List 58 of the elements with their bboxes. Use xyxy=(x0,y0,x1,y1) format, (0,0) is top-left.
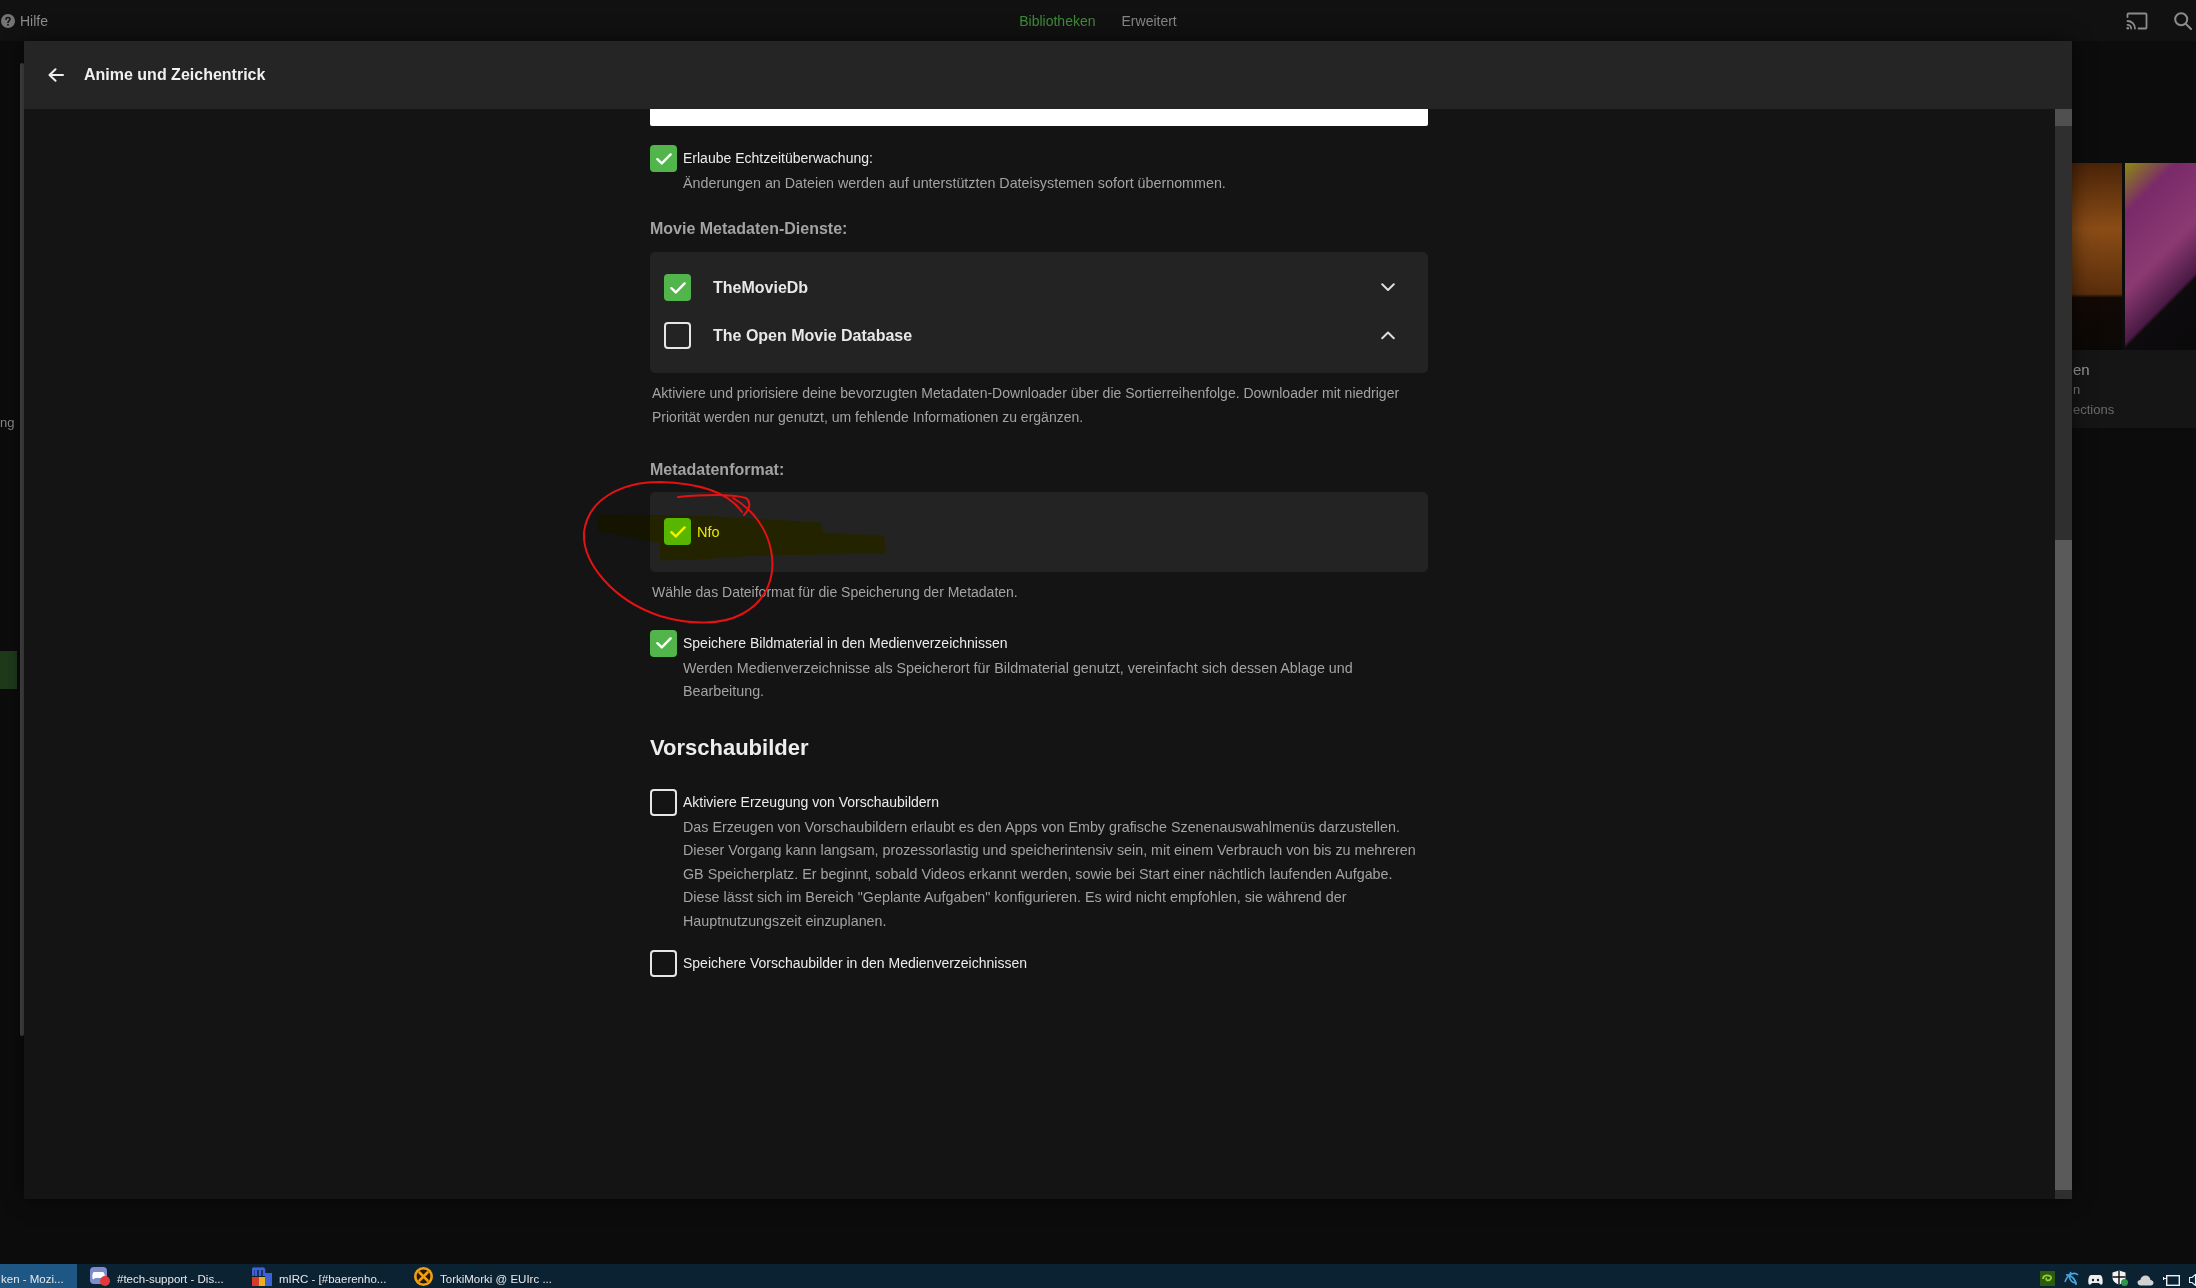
setting-description: Das Erzeugen von Vorschaubildern erlaubt es den Apps von Emby grafische Szenenauswahlmenüs darzustellen. Dieser Vorgang kann langsam, prozessorlastig und speicherintensiv sein, mit einem Verbrauch von bis zu mehreren GB Speicherplatz. Er beginnt, sobald Videos erkannt werden, sowie bei Start einer nächtlich laufenden Aufgabe. Diese lässt sich im Bereich "Geplante Aufgaben" konfigurieren. Es wird nicht empfohlen, sie während der Hauptnutzungszeit einzuplanen. xyxy=(683,817,1417,931)
checkbox[interactable] xyxy=(650,145,677,172)
nav-item[interactable]: ng xyxy=(0,415,17,431)
checkbox[interactable] xyxy=(650,950,677,977)
setting-description: Änderungen an Dateien werden auf unterstützten Dateisystemen sofort übernommen. xyxy=(683,174,1227,193)
chevron-down-icon xyxy=(1381,283,1395,292)
setting-label: Aktiviere Erzeugung von Vorschaubildern xyxy=(683,792,941,812)
taskbar-button[interactable]: ken - Mozi... xyxy=(0,1264,77,1288)
poster-placeholder[interactable] xyxy=(2072,163,2122,350)
library-card-text: ections xyxy=(2073,401,2116,419)
checkbox[interactable] xyxy=(664,274,691,301)
arrow-left-icon xyxy=(48,68,64,82)
gamepad-icon[interactable] xyxy=(2088,1274,2103,1286)
format-label: Nfo xyxy=(697,523,720,540)
monitor-icon[interactable] xyxy=(2163,1275,2180,1286)
cast-icon[interactable] xyxy=(2126,11,2148,30)
taskbar-button[interactable]: mIRC - [#baerenho... xyxy=(245,1264,401,1288)
gamepad-tile-icon xyxy=(90,1267,110,1286)
checkbox[interactable] xyxy=(650,788,677,816)
search-icon[interactable] xyxy=(2174,11,2192,30)
help-link[interactable]: Hilfe xyxy=(1,12,48,29)
scrollbar-track[interactable] xyxy=(2055,109,2072,1199)
nav-tab[interactable]: Bibliotheken xyxy=(1019,12,1096,29)
checkmark-icon xyxy=(655,637,672,649)
service-name: The Open Movie Database xyxy=(713,326,914,345)
poster-placeholder[interactable] xyxy=(2125,163,2196,350)
setting-description: Aktiviere und priorisiere deine bevorzugten Metadaten-Downloader über die Sortierreihenfolge. Downloader mit niedriger Priorität werden nur genutzt, um fehlende Informationen zu ergänzen. xyxy=(652,383,1401,427)
library-card[interactable]: en n ections xyxy=(2072,350,2196,428)
blocks-icon xyxy=(252,1267,272,1286)
dialog-title: Anime und Zeichentrick xyxy=(84,66,266,84)
nav-tab[interactable]: Erweitert xyxy=(1121,12,1177,29)
library-card-text: n xyxy=(2073,381,2082,399)
setting-description: Werden Medienverzeichnisse als Speicherort für Bildmaterial genutzt, vereinfacht sich dessen Ablage und Bearbeitung. xyxy=(683,658,1354,701)
shield-icon[interactable] xyxy=(2112,1270,2128,1286)
section-heading: Metadatenformat: xyxy=(650,459,786,480)
checkmark-icon xyxy=(655,152,672,165)
section-title: Vorschaubilder xyxy=(650,733,810,762)
swirl-tile-icon[interactable] xyxy=(2040,1271,2055,1286)
x-circle-icon xyxy=(414,1267,433,1286)
scrollbar-thumb[interactable] xyxy=(20,63,24,1036)
checkmark-icon xyxy=(669,281,686,294)
taskbar-button[interactable]: #tech-support - Dis... xyxy=(83,1264,239,1288)
setting-label: Erlaube Echtzeitüberwachung: xyxy=(683,149,874,168)
setting-label: Speichere Vorschaubilder in den Medienverzeichnissen xyxy=(683,954,1028,973)
library-card-text: en xyxy=(2073,360,2091,380)
chevron-up-icon xyxy=(1381,331,1395,340)
swirl-icon[interactable] xyxy=(2064,1271,2079,1286)
scrollbar-thumb[interactable] xyxy=(2055,540,2072,1190)
checkmark-icon xyxy=(669,525,686,538)
service-name: TheMovieDb xyxy=(713,278,810,297)
cloud-icon[interactable] xyxy=(2137,1275,2154,1286)
checkbox[interactable] xyxy=(664,518,691,545)
section-heading: Movie Metadaten-Dienste: xyxy=(650,218,849,239)
taskbar-button[interactable]: TorkiMorki @ EUIrc ... xyxy=(407,1264,563,1288)
checkbox[interactable] xyxy=(664,322,691,349)
setting-label: Speichere Bildmaterial in den Medienverzeichnissen xyxy=(683,633,1009,653)
speaker-icon[interactable] xyxy=(2189,1274,2196,1286)
checkbox[interactable] xyxy=(650,629,677,657)
